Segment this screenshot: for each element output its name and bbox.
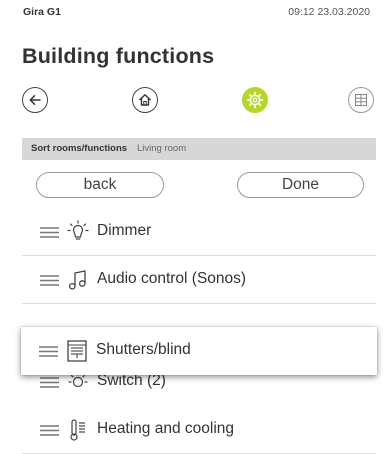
sort-title: Sort rooms/functions: [31, 143, 128, 154]
home-icon: [139, 94, 151, 106]
list-item-label: Audio control (Sonos): [97, 270, 247, 287]
drag-handle-icon[interactable]: [40, 226, 59, 239]
device-name: Gira G1: [23, 6, 61, 18]
drag-handle-icon[interactable]: [40, 274, 59, 287]
nav-functions-button[interactable]: [242, 87, 268, 113]
functions-icon: [246, 91, 264, 109]
list-item-shutters-dragging[interactable]: Shutters/blind: [21, 327, 377, 375]
back-button[interactable]: back: [36, 172, 164, 198]
list-item-audio[interactable]: Audio control (Sonos): [22, 256, 376, 304]
list-item-label: Heating and cooling: [97, 420, 235, 437]
back-icon: [29, 95, 41, 105]
shutter-icon: [67, 340, 87, 362]
list-item-dimmer[interactable]: Dimmer: [22, 208, 376, 256]
rooms-grid-icon: [354, 93, 368, 107]
heating-icon: [70, 419, 85, 441]
list-item-label: Dimmer: [97, 222, 152, 239]
list-item-label: Shutters/blind: [96, 341, 191, 358]
nav-back-button[interactable]: [22, 87, 48, 113]
status-bar: Gira G1 09:12 23.03.2020: [0, 0, 388, 22]
list-item-heating[interactable]: Heating and cooling: [22, 406, 376, 454]
page-title: Building functions: [22, 44, 215, 68]
nav-home-button[interactable]: [132, 87, 158, 113]
sort-header: Sort rooms/functions Living room: [22, 138, 376, 160]
done-button[interactable]: Done: [237, 172, 364, 198]
nav-rooms-button[interactable]: [348, 87, 374, 113]
music-note-icon: [68, 270, 86, 290]
drag-handle-icon[interactable]: [40, 376, 59, 389]
dimmer-bulb-icon: [67, 220, 89, 240]
navigation-bar: [22, 86, 376, 116]
clock-date: 09:12 23.03.2020: [288, 6, 370, 18]
drag-handle-icon[interactable]: [40, 424, 59, 437]
sort-room-name: Living room: [137, 143, 187, 154]
drag-handle-icon[interactable]: [39, 345, 58, 358]
